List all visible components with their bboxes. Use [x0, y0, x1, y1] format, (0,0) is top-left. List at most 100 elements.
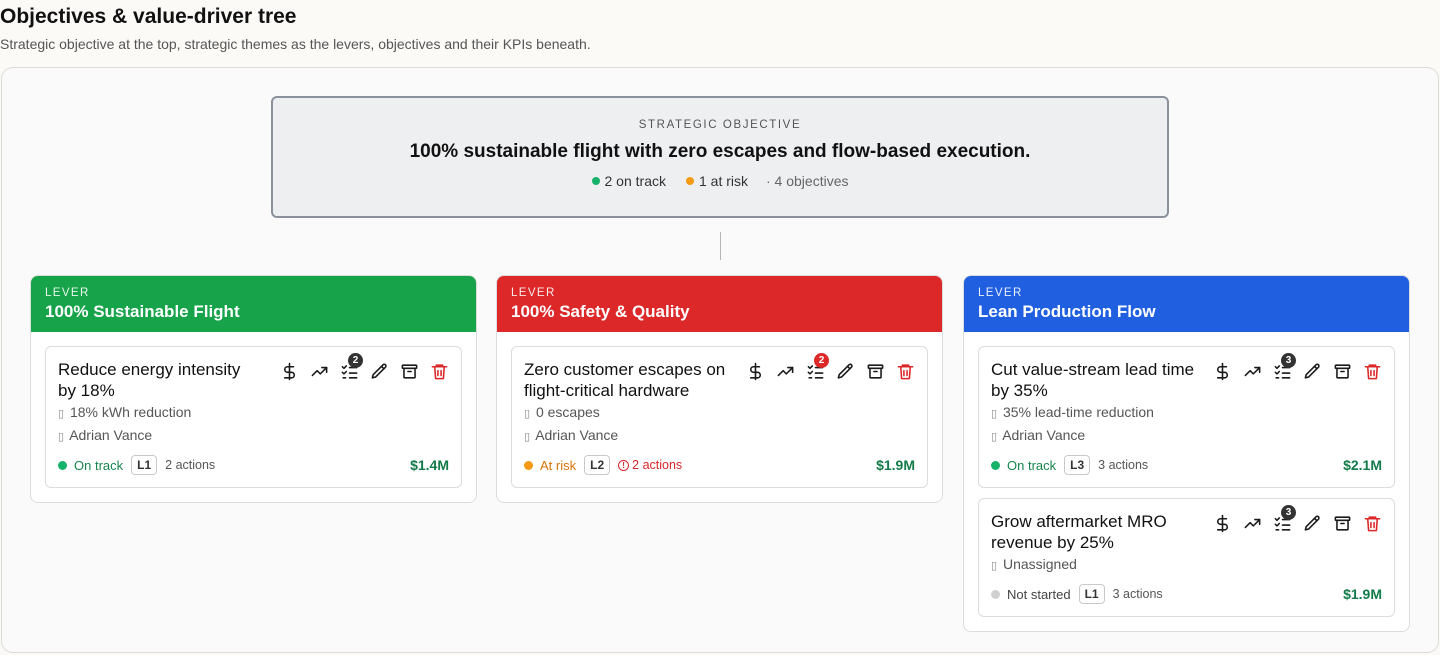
card-footer: At risk L2! 2 actions $1.9M [524, 455, 915, 475]
objective-card[interactable]: Grow aftermarket MRO revenue by 25% ▯ Una… [978, 498, 1395, 617]
actions-count[interactable]: 2 actions [165, 458, 215, 472]
dollar-icon[interactable] [279, 361, 299, 381]
trend-up-icon[interactable] [1242, 513, 1262, 533]
value-amount: $1.9M [876, 457, 915, 473]
checklist-icon[interactable]: 3 [1272, 353, 1296, 381]
on-track-label: 2 on track [604, 173, 666, 189]
level-badge: L2 [584, 455, 611, 475]
checklist-icon[interactable]: 3 [1272, 505, 1296, 533]
actions-count[interactable]: 3 actions [1113, 587, 1163, 601]
objective-card[interactable]: Zero customer escapes on flight-critical… [511, 346, 928, 488]
kpi-text: 35% lead-time reduction [1002, 404, 1154, 420]
card-footer: Not started L1 3 actions $1.9M [991, 584, 1382, 604]
lever-column: LEVER 100% Sustainable Flight Reduce energ… [30, 275, 477, 503]
card-footer: On track L3 3 actions $2.1M [991, 455, 1382, 475]
objective-card[interactable]: Cut value-stream lead time by 35% ▯ 35% l… [978, 346, 1395, 488]
checklist-icon[interactable]: 2 [805, 353, 829, 381]
status-text: On track [74, 457, 124, 473]
lever-name: 100% Sustainable Flight [45, 302, 240, 321]
card-toolbar: 2 [745, 353, 915, 381]
pencil-icon[interactable] [835, 361, 855, 381]
dollar-icon[interactable] [1212, 361, 1232, 381]
archive-icon[interactable] [865, 361, 885, 381]
status-dot [991, 589, 1000, 599]
objective-title: Grow aftermarket MRO revenue by 25% [991, 512, 1167, 552]
trash-icon[interactable] [1362, 361, 1382, 381]
pencil-icon[interactable] [1302, 361, 1322, 381]
kpi-label: ▯ 0 escapes [524, 403, 915, 424]
objectives-count: · 4 objectives [766, 173, 849, 189]
archive-icon[interactable] [399, 361, 419, 381]
action-count-badge: 2 [814, 353, 829, 368]
status-text: At risk [540, 457, 577, 473]
alert-icon: ! [618, 459, 630, 471]
lever-header[interactable]: LEVER 100% Safety & Quality [497, 276, 942, 332]
page-subtitle: Strategic objective at the top, strategi… [0, 36, 591, 52]
tree-connector [720, 232, 721, 260]
card-toolbar: 3 [1212, 505, 1382, 533]
dollar-icon[interactable] [745, 361, 765, 381]
on-track-stat: 2 on track [591, 173, 666, 189]
card-toolbar: 2 [279, 353, 449, 381]
objective-title: Cut value-stream lead time by 35% [991, 360, 1195, 400]
status-badge: On track [58, 458, 123, 473]
owner-label: ▯ Adrian Vance [524, 426, 915, 447]
lever-eyebrow: LEVER [978, 287, 1023, 299]
owner-text: Adrian Vance [535, 427, 619, 443]
status-dot [58, 460, 67, 470]
kpi-label: ▯ 35% lead-time reduction [991, 403, 1382, 424]
page-title: Objectives & value-driver tree [0, 5, 297, 28]
actions-text: 2 actions [632, 458, 683, 472]
lever-column: LEVER Lean Production Flow Cut value-strea… [963, 275, 1410, 632]
pencil-icon[interactable] [1302, 513, 1322, 533]
archive-icon[interactable] [1332, 513, 1352, 533]
archive-icon[interactable] [1332, 361, 1352, 381]
lever-header[interactable]: LEVER Lean Production Flow [964, 276, 1409, 332]
trash-icon[interactable] [429, 361, 449, 381]
kpi-label: ▯ 18% kWh reduction [58, 403, 449, 424]
at-risk-stat: 1 at risk [685, 173, 748, 189]
owner-text: Adrian Vance [1002, 427, 1086, 443]
actions-count[interactable]: ! 2 actions [618, 458, 682, 472]
status-dot [991, 460, 1000, 470]
actions-count[interactable]: 3 actions [1098, 458, 1148, 472]
user-icon: ▯ [991, 431, 998, 443]
lever-eyebrow: LEVER [45, 287, 90, 299]
page-header: Objectives & value-driver tree Strategic… [0, 4, 591, 52]
kpi-icon: ▯ [58, 408, 65, 420]
value-amount: $1.4M [410, 457, 449, 473]
trash-icon[interactable] [895, 361, 915, 381]
lever-header[interactable]: LEVER 100% Sustainable Flight [31, 276, 476, 332]
dollar-icon[interactable] [1212, 513, 1232, 533]
status-badge: At risk [524, 458, 576, 473]
action-count-badge: 3 [1281, 505, 1296, 520]
objective-eyebrow: STRATEGIC OBJECTIVE [638, 119, 802, 131]
trend-up-icon[interactable] [1242, 361, 1262, 381]
owner-label: ▯ Adrian Vance [991, 426, 1382, 447]
level-badge: L1 [1078, 584, 1105, 604]
pencil-icon[interactable] [369, 361, 389, 381]
status-text: On track [1007, 457, 1057, 473]
at-risk-label: 1 at risk [698, 173, 748, 189]
user-icon: ▯ [991, 560, 998, 572]
lever-body: Cut value-stream lead time by 35% ▯ 35% l… [964, 332, 1409, 631]
owner-text: Adrian Vance [69, 427, 153, 443]
objective-card[interactable]: Reduce energy intensity by 18% ▯ 18% kWh … [45, 346, 462, 488]
strategic-objective-card[interactable]: STRATEGIC OBJECTIVE 100% sustainable fli… [271, 96, 1169, 218]
level-badge: L3 [1064, 455, 1091, 475]
value-amount: $2.1M [1343, 457, 1382, 473]
value-amount: $1.9M [1343, 586, 1382, 602]
kpi-icon: ▯ [991, 408, 998, 420]
status-badge: Not started [991, 587, 1071, 602]
owner-label: ▯ Adrian Vance [58, 426, 449, 447]
user-icon: ▯ [58, 431, 65, 443]
trash-icon[interactable] [1362, 513, 1382, 533]
level-badge: L1 [131, 455, 158, 475]
status-text: Not started [1007, 586, 1071, 602]
on-track-dot [591, 177, 600, 185]
trend-up-icon[interactable] [775, 361, 795, 381]
action-count-badge: 3 [1281, 353, 1296, 368]
lever-name: Lean Production Flow [978, 302, 1156, 321]
checklist-icon[interactable]: 2 [339, 353, 363, 381]
trend-up-icon[interactable] [309, 361, 329, 381]
